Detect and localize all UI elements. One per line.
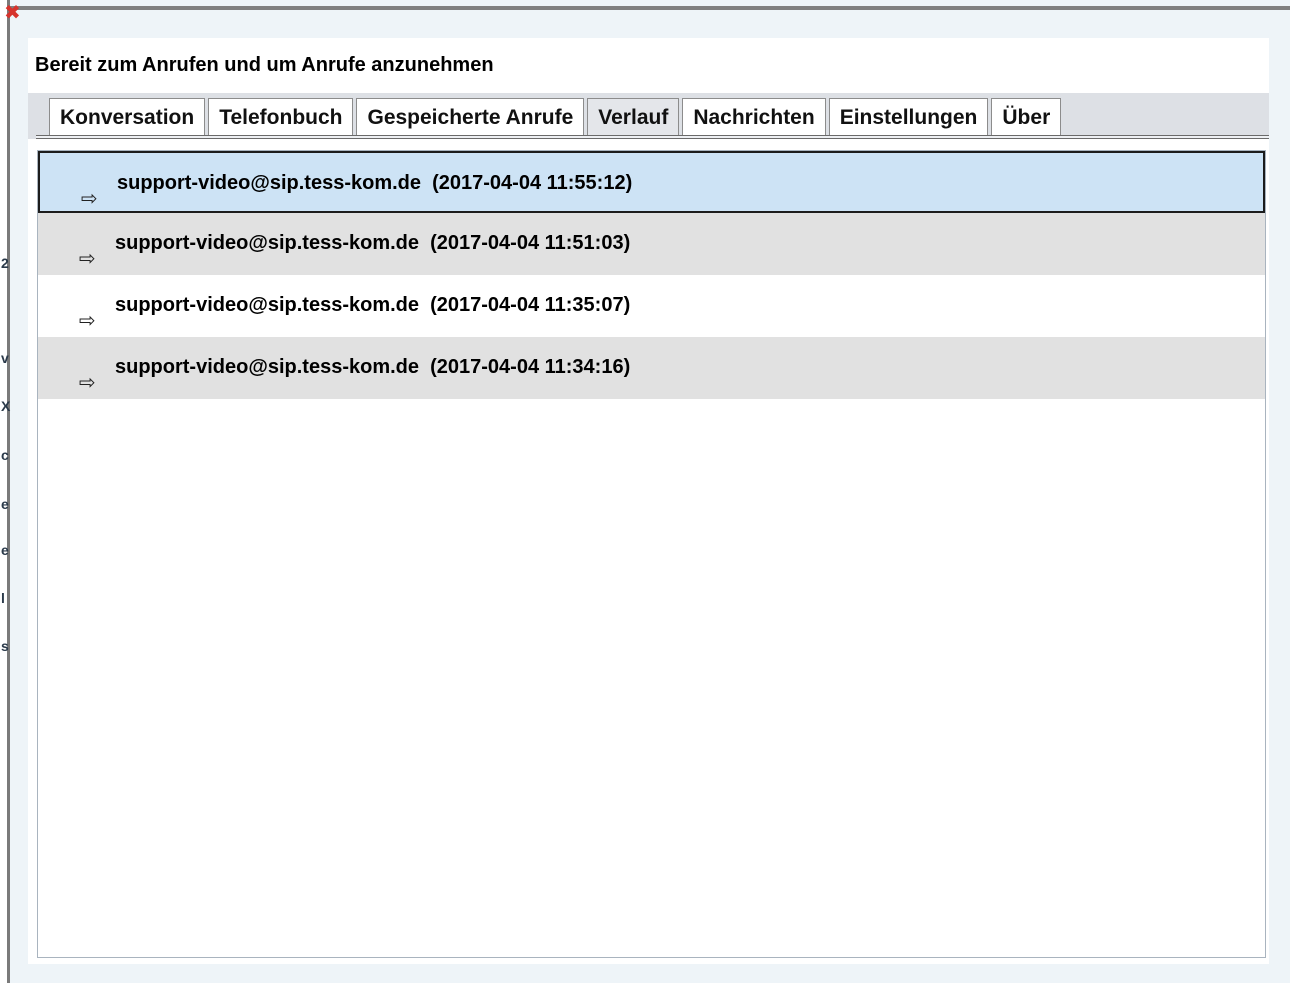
background-text-fragment: e [1, 542, 9, 558]
history-row-label: support-video@sip.tess-kom.de (2017-04-0… [115, 232, 631, 254]
tab-bar-divider [36, 135, 1269, 139]
background-window-edge: 2 v X c e e l s [0, 0, 10, 983]
tab-konversation[interactable]: Konversation [49, 98, 206, 136]
background-text-fragment: l [1, 590, 5, 606]
history-row[interactable]: ⇨ support-video@sip.tess-kom.de (2017-04-… [38, 213, 1265, 275]
background-text-fragment: c [1, 447, 9, 463]
call-history-list[interactable]: ⇨ support-video@sip.tess-kom.de (2017-04-… [37, 150, 1266, 958]
history-row-label: support-video@sip.tess-kom.de (2017-04-0… [117, 172, 633, 194]
tab-verlauf[interactable]: Verlauf [587, 98, 680, 136]
outgoing-arrow-icon: ⇨ [79, 248, 96, 270]
history-row[interactable]: ⇨ support-video@sip.tess-kom.de (2017-04-… [38, 337, 1265, 399]
tab-über[interactable]: Über [991, 98, 1062, 136]
close-icon[interactable]: ✖ [4, 3, 22, 23]
history-row[interactable]: ⇨ support-video@sip.tess-kom.de (2017-04-… [38, 275, 1265, 337]
tab-einstellungen[interactable]: Einstellungen [828, 98, 989, 136]
tab-bar: Konversation Telefonbuch Gespeicherte Anru… [28, 93, 1269, 139]
outgoing-arrow-icon: ⇨ [79, 310, 96, 332]
outgoing-arrow-icon: ⇨ [79, 372, 96, 394]
history-row[interactable]: ⇨ support-video@sip.tess-kom.de (2017-04-… [38, 151, 1265, 213]
phone-dialog: Bereit zum Anrufen und um Anrufe anzuneh… [28, 38, 1269, 964]
background-text-fragment: 2 [1, 255, 9, 271]
window-top-border [10, 6, 1290, 10]
history-row-label: support-video@sip.tess-kom.de (2017-04-0… [115, 294, 631, 316]
history-row-label: support-video@sip.tess-kom.de (2017-04-0… [115, 356, 631, 378]
tab-gespeicherte-anrufe[interactable]: Gespeicherte Anrufe [356, 98, 585, 136]
status-text: Bereit zum Anrufen und um Anrufe anzuneh… [35, 54, 494, 76]
background-text-fragment: s [1, 638, 9, 654]
background-text-fragment: e [1, 496, 9, 512]
tab-nachrichten[interactable]: Nachrichten [682, 98, 826, 136]
background-text-fragment: X [1, 398, 11, 414]
outgoing-arrow-icon: ⇨ [81, 188, 98, 210]
background-text-fragment: v [1, 350, 9, 366]
tab-telefonbuch[interactable]: Telefonbuch [208, 98, 354, 136]
